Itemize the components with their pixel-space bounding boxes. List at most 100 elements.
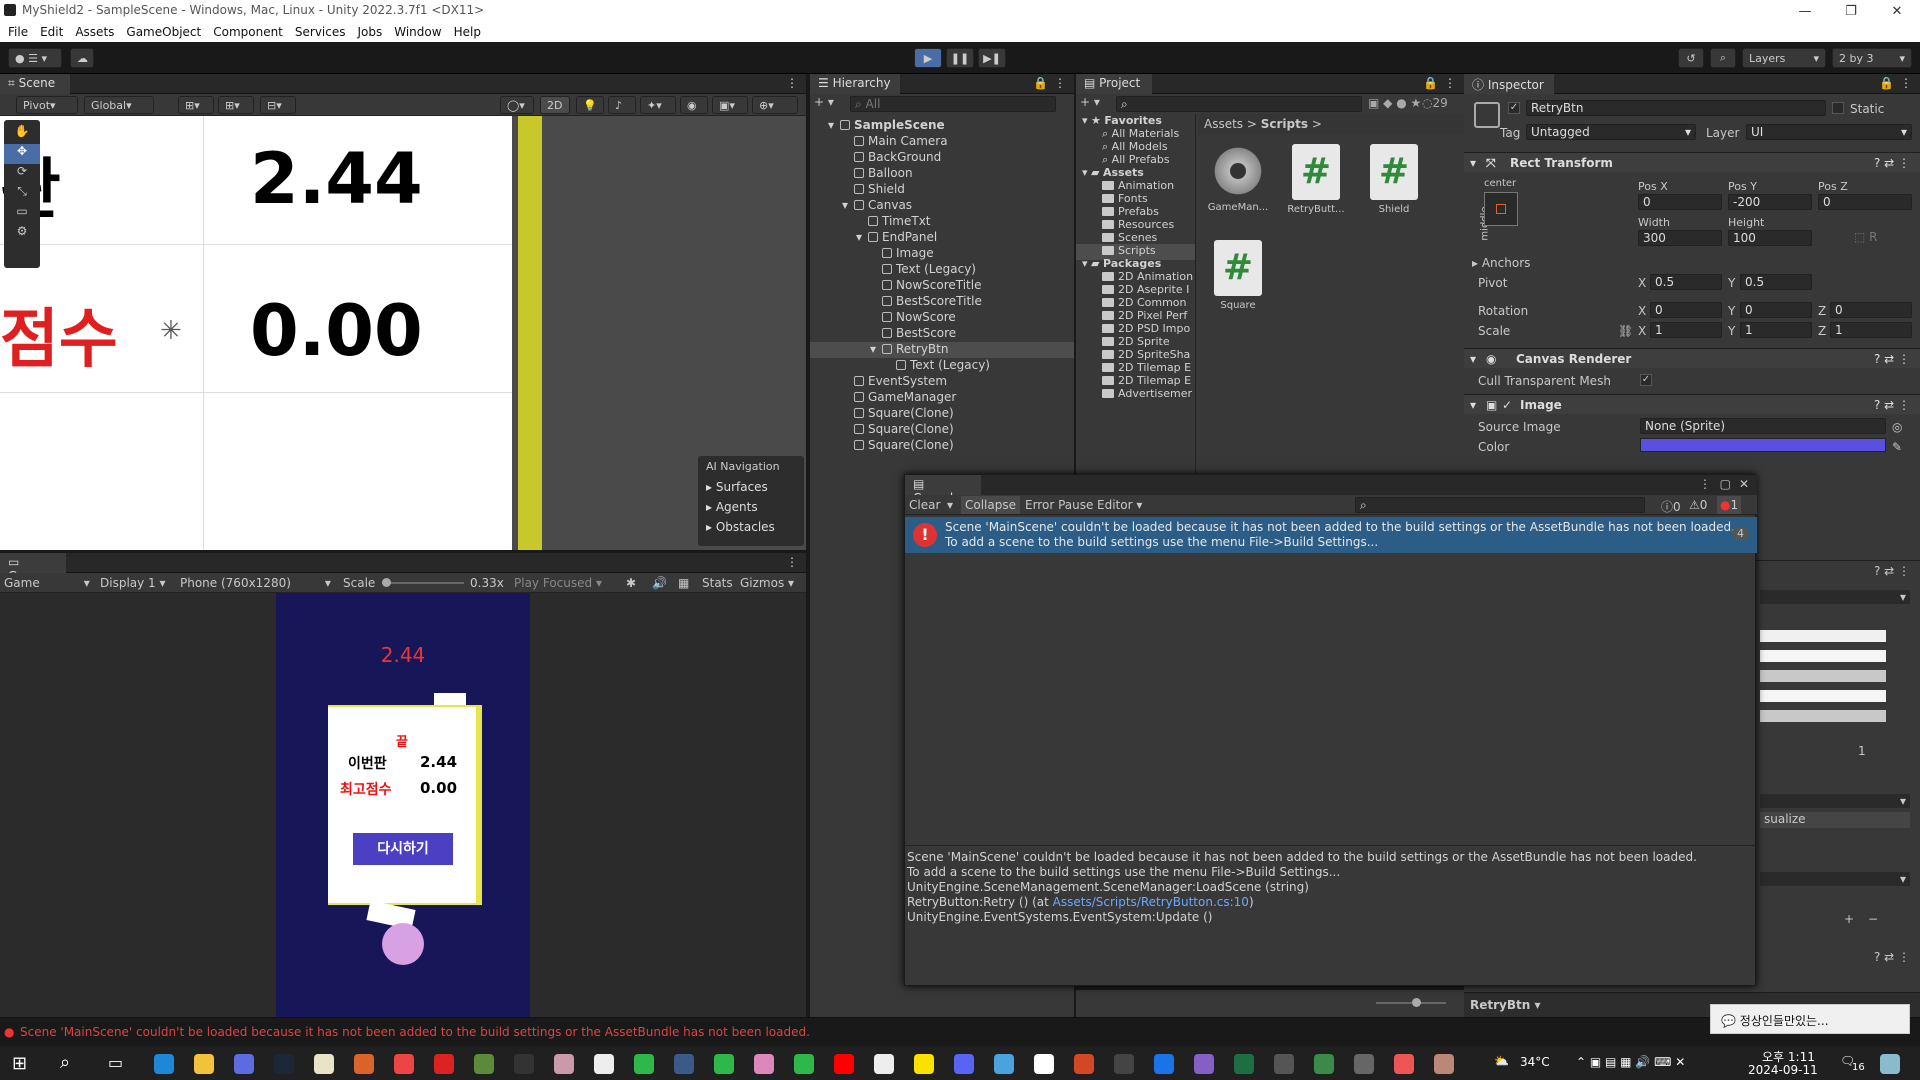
dropdown-field[interactable]: ▾ [1760,590,1910,604]
pause-button[interactable]: ❚❚ [946,48,974,68]
scale-y-field[interactable]: 1 [1740,322,1812,338]
foldout-arrow-icon[interactable]: ▾ [856,230,862,244]
visualize-button[interactable]: sualize [1760,812,1910,828]
search-button[interactable]: ⌕ [1710,48,1736,68]
tab-hierarchy[interactable]: ☰ Hierarchy [810,74,900,94]
breadcrumb-assets[interactable]: Assets [1204,117,1243,131]
close-window-button[interactable]: ✕ [1874,0,1920,22]
remove-event-button[interactable]: − [1868,912,1878,926]
hierarchy-item[interactable]: ▾ RetryBtn [810,342,1074,358]
image-enabled-checkbox[interactable]: ✓ [1502,398,1512,412]
color-swatch-normal[interactable] [1760,630,1886,642]
rect-transform-header[interactable]: ▾ ⤧ Rect Transform ? ⇄ ⋮ [1464,152,1920,172]
kebab-menu-icon[interactable]: ⋮ [1900,76,1912,90]
app-icon[interactable] [434,1054,454,1074]
asset-retrybutton[interactable]: # RetryButt... [1284,144,1348,215]
maximize-icon[interactable]: ▢ [1720,477,1731,491]
lighting-toggle[interactable]: 💡 [576,96,604,114]
console-log-entry[interactable]: ! Scene 'MainScene' couldn't be loaded b… [905,517,1757,553]
gizmos-dropdown[interactable]: Gizmos ▾ [740,576,794,590]
minimize-button[interactable]: — [1782,0,1828,22]
hidden-objects-toggle[interactable]: ◉ [680,96,708,114]
error-pause-toggle[interactable]: Error Pause [1025,498,1093,512]
color-swatch-highlighted[interactable] [1760,650,1886,662]
project-search[interactable]: ⌕ [1116,96,1362,112]
app-icon[interactable] [674,1054,694,1074]
scale-slider[interactable] [382,578,464,587]
menu-gameobject[interactable]: GameObject [126,25,201,39]
clock-date[interactable]: 2024-09-11 [1748,1063,1818,1077]
component-menu-icons[interactable]: ? ⇄ ⋮ [1874,950,1910,964]
color-swatch-pressed[interactable] [1760,670,1886,682]
rotation-z-field[interactable]: 0 [1830,302,1912,318]
layers-dropdown[interactable]: Layers ▾ [1742,48,1826,68]
app-icon[interactable] [714,1054,734,1074]
hierarchy-item[interactable]: BestScore [810,326,1074,342]
app-icon[interactable] [1434,1054,1454,1074]
hierarchy-item[interactable]: Image [810,246,1074,262]
transform-tool-icon[interactable]: ⚙ [4,224,40,244]
play-button[interactable]: ▶ [914,48,942,68]
settings-icon[interactable] [1354,1054,1374,1074]
move-tool-icon[interactable]: ✥ [4,144,40,164]
tab-inspector[interactable]: ⓘ Inspector [1464,74,1554,94]
clear-options-icon[interactable]: ▾ [947,498,953,512]
kebab-menu-icon[interactable]: ⋮ [786,555,798,569]
scene-view[interactable]: 판 2.44 점수 ✳ 0.00 ✋ ✥ ⟳ ⤡ ▭ ⚙ AI Navigati… [0,116,806,550]
footer-object-dropdown[interactable]: RetryBtn ▾ [1470,998,1540,1012]
line-icon[interactable] [634,1054,654,1074]
shading-mode-button[interactable]: ◯▾ [500,96,534,114]
snap-increment-button[interactable]: ⊞▾ [218,96,254,114]
audio-toggle[interactable]: ♪ [608,96,636,114]
kebab-menu-icon[interactable]: ⋮ [786,76,798,90]
scale-slider-handle[interactable] [382,578,391,587]
scale-z-field[interactable]: 1 [1830,322,1912,338]
constrain-link-icon[interactable]: ⛓ [1618,324,1633,338]
notification-toast[interactable]: 💬 정상인들만있는... [1710,1004,1910,1034]
pos-z-field[interactable]: 0 [1818,194,1912,210]
maps-icon[interactable] [1154,1054,1174,1074]
create-asset-button[interactable]: + ▾ [1080,95,1100,109]
visual-studio-icon[interactable] [1194,1054,1214,1074]
retry-button[interactable]: 다시하기 [353,833,453,865]
hierarchy-item[interactable]: ▾ SampleScene [810,118,1074,134]
hierarchy-item[interactable]: BackGround [810,150,1074,166]
component-menu-icons[interactable]: ? ⇄ ⋮ [1874,398,1910,412]
menu-assets[interactable]: Assets [75,25,114,39]
app-icon[interactable] [1880,1054,1900,1074]
hierarchy-item[interactable]: ▾ EndPanel [810,230,1074,246]
notepad-icon[interactable] [1034,1054,1054,1074]
ai-nav-obstacles[interactable]: ▸ Obstacles [698,517,804,537]
menu-jobs[interactable]: Jobs [358,25,383,39]
active-checkbox[interactable]: ✓ [1508,102,1520,114]
scale-tool-icon[interactable]: ⤡ [4,184,40,204]
lock-icon[interactable]: 🔒 [1033,76,1048,90]
mute-audio-icon[interactable]: 🔊 [652,576,667,590]
anchor-preset-button[interactable] [1484,192,1518,226]
hierarchy-item[interactable]: EventSystem [810,374,1074,390]
steam-icon[interactable] [274,1054,294,1074]
zoom-slider[interactable] [1376,998,1446,1007]
anchors-foldout[interactable]: ▸ Anchors [1472,256,1530,270]
powerpoint-icon[interactable] [1074,1054,1094,1074]
error-count-toggle[interactable]: ●1 [1717,496,1742,514]
account-button[interactable]: ● ☰ ▾ [8,48,62,68]
hierarchy-item[interactable]: Square(Clone) [810,438,1074,454]
image-component-header[interactable]: ▾ ▣ ✓ Image ? ⇄ ⋮ [1464,394,1920,414]
tab-console[interactable]: ▤ Console [905,475,981,505]
add-event-button[interactable]: + [1844,912,1854,926]
hand-tool-icon[interactable]: ✋ [4,124,40,144]
weather-icon[interactable]: ⛅ [1494,1054,1509,1068]
pivot-x-field[interactable]: 0.5 [1650,274,1722,290]
grid-visibility-button[interactable]: ⊟▾ [260,96,296,114]
layout-dropdown[interactable]: 2 by 3 ▾ [1832,48,1912,68]
app-icon[interactable] [394,1054,414,1074]
gizmos-toggle[interactable]: ⊕▾ [752,96,798,114]
hierarchy-item[interactable]: Main Camera [810,134,1074,150]
close-icon[interactable]: ✕ [1739,477,1749,491]
effects-toggle[interactable]: ✦▾ [640,96,676,114]
breadcrumb-scripts[interactable]: Scripts [1261,117,1308,131]
hierarchy-item[interactable]: GameManager [810,390,1074,406]
hierarchy-item[interactable]: Square(Clone) [810,422,1074,438]
file-explorer-icon[interactable] [194,1054,214,1074]
